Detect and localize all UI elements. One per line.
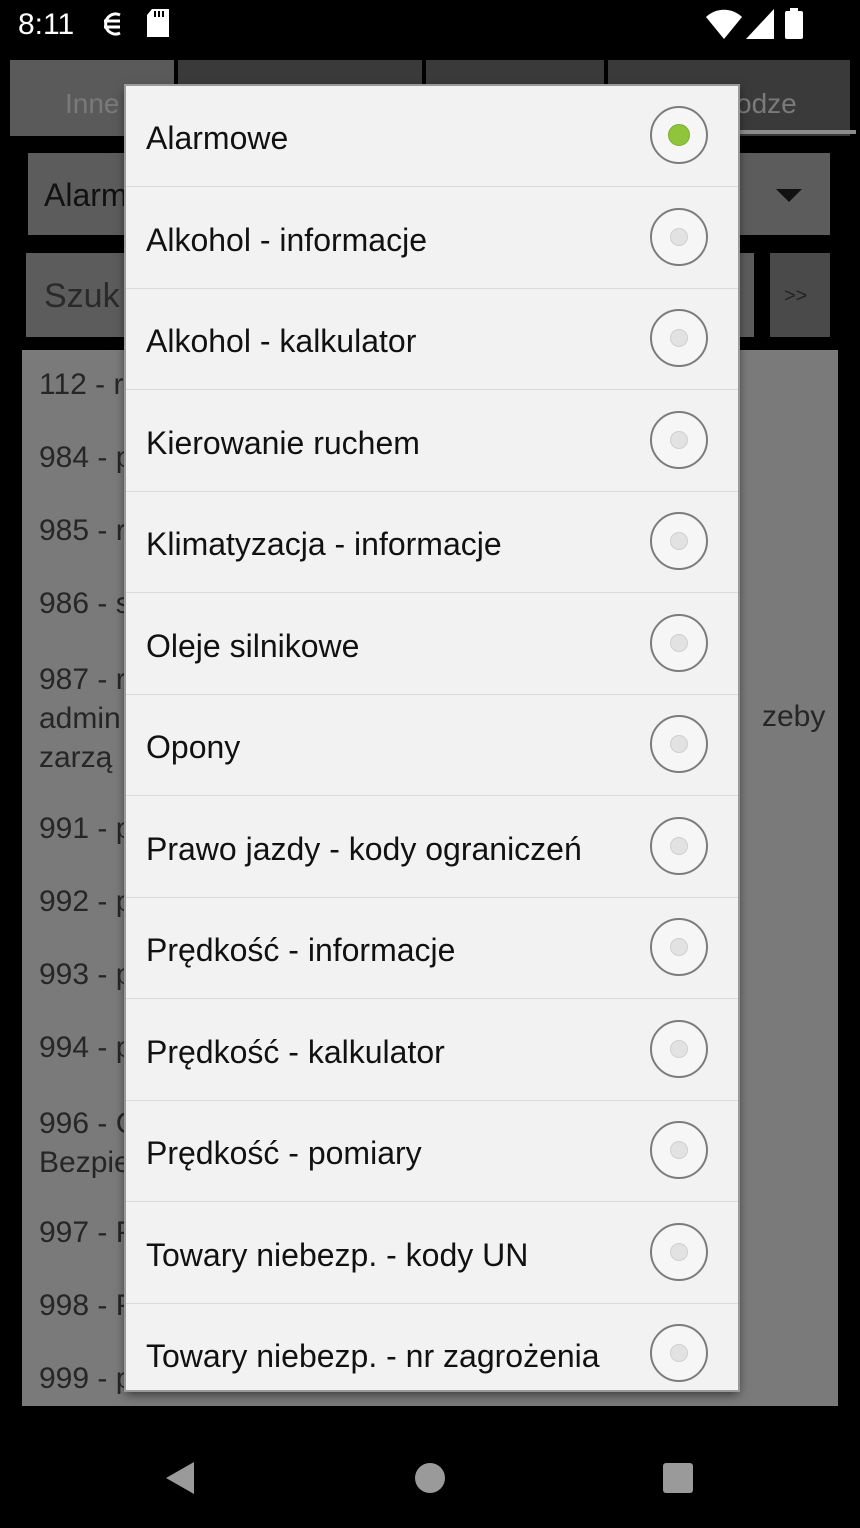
radio-dot bbox=[670, 1039, 688, 1058]
radio-dot bbox=[670, 938, 688, 956]
dialog-option[interactable]: Prędkość - informacje bbox=[126, 898, 738, 999]
dialog-option[interactable]: Prędkość - kalkulator bbox=[126, 1000, 738, 1101]
radio-dot bbox=[668, 124, 690, 146]
list-item[interactable]: 997 - P bbox=[39, 1216, 136, 1250]
list-item[interactable]: 987 - r admin zarzą bbox=[39, 660, 126, 777]
radio-unchecked-icon[interactable] bbox=[650, 1324, 708, 1382]
radio-unchecked-icon[interactable] bbox=[650, 918, 708, 976]
dialog-option-label: Towary niebezp. - nr zagrożenia bbox=[146, 1338, 600, 1374]
status-bar: 8:11 bbox=[0, 0, 860, 50]
list-item[interactable]: 994 - p bbox=[39, 1031, 132, 1065]
dialog-option-label: Alkohol - kalkulator bbox=[146, 323, 417, 359]
recents-icon[interactable] bbox=[662, 1462, 694, 1499]
category-spinner-value: Alarm bbox=[44, 177, 128, 213]
radio-dot bbox=[670, 329, 688, 347]
list-item[interactable]: 112 - r bbox=[39, 368, 123, 402]
dialog-option[interactable]: Towary niebezp. - nr zagrożenia bbox=[126, 1304, 738, 1390]
category-choice-dialog: Alarmowe Alkohol - informacje Alkohol - ka… bbox=[126, 86, 738, 1390]
dialog-option[interactable]: Towary niebezp. - kody UN bbox=[126, 1203, 738, 1304]
status-time: 8:11 bbox=[18, 8, 75, 41]
radio-dot bbox=[670, 1141, 688, 1159]
dialog-option-label: Towary niebezp. - kody UN bbox=[146, 1236, 529, 1273]
list-item[interactable]: 985 - r bbox=[39, 514, 126, 548]
list-item[interactable]: 992 - p bbox=[39, 885, 132, 919]
dialog-option[interactable]: Alarmowe bbox=[126, 86, 738, 187]
dialog-option-label: Prędkość - kalkulator bbox=[146, 1033, 445, 1070]
radio-dot bbox=[670, 735, 688, 753]
signal-icon bbox=[746, 8, 774, 45]
sd-card-icon bbox=[146, 8, 170, 43]
radio-checked-icon[interactable] bbox=[650, 106, 708, 164]
radio-unchecked-icon[interactable] bbox=[650, 715, 708, 773]
battery-icon bbox=[784, 8, 804, 45]
dialog-option-label: Alkohol - informacje bbox=[146, 221, 427, 258]
search-placeholder: Szuk bbox=[44, 277, 120, 315]
list-item[interactable]: 999 - p bbox=[39, 1362, 132, 1396]
radio-unchecked-icon[interactable] bbox=[650, 309, 708, 367]
list-item[interactable]: 986 - s bbox=[39, 587, 131, 621]
radio-unchecked-icon[interactable] bbox=[650, 1121, 708, 1179]
radio-unchecked-icon[interactable] bbox=[650, 207, 708, 266]
dialog-option[interactable]: Klimatyzacja - informacje bbox=[126, 492, 738, 593]
dropdown-arrow-icon bbox=[776, 189, 802, 202]
list-item[interactable]: 984 - p bbox=[39, 441, 132, 475]
radio-unchecked-icon[interactable] bbox=[650, 512, 708, 570]
dialog-option-label: Prędkość - informacje bbox=[146, 932, 456, 968]
dialog-option-label: Klimatyzacja - informacje bbox=[146, 526, 502, 562]
radio-unchecked-icon[interactable] bbox=[650, 1222, 708, 1281]
dialog-option-label: Kierowanie ruchem bbox=[146, 424, 420, 461]
dialog-option-label: Alarmowe bbox=[146, 120, 289, 156]
radio-dot bbox=[670, 633, 688, 652]
dialog-option[interactable]: Alkohol - informacje bbox=[126, 188, 738, 289]
search-button[interactable]: >> bbox=[770, 253, 830, 337]
dialog-option-label: Oleje silnikowe bbox=[146, 627, 360, 664]
radio-dot bbox=[670, 227, 688, 246]
radio-dot bbox=[670, 836, 688, 855]
list-item[interactable]: 998 - P bbox=[39, 1289, 136, 1323]
wifi-icon bbox=[706, 8, 742, 45]
home-icon[interactable] bbox=[414, 1462, 446, 1499]
radio-dot bbox=[670, 532, 688, 550]
tab-label: Inne bbox=[65, 88, 120, 119]
radio-unchecked-icon[interactable] bbox=[650, 613, 708, 672]
list-item-overflow-text: zeby bbox=[762, 700, 826, 733]
dialog-option[interactable]: Prędkość - pomiary bbox=[126, 1101, 738, 1202]
radio-dot bbox=[670, 430, 688, 449]
dialog-option-label: Prawo jazdy - kody ograniczeń bbox=[146, 830, 582, 867]
s-sync-icon bbox=[98, 8, 126, 45]
radio-dot bbox=[670, 1242, 688, 1261]
dialog-option-label: Opony bbox=[146, 729, 241, 765]
list-item[interactable]: 991 - p bbox=[39, 812, 132, 846]
dialog-option[interactable]: Opony bbox=[126, 695, 738, 796]
list-item[interactable]: 993 - p bbox=[39, 958, 132, 992]
dialog-option-label: Prędkość - pomiary bbox=[146, 1135, 422, 1171]
search-button-label: >> bbox=[784, 285, 808, 307]
dialog-option[interactable]: Kierowanie ruchem bbox=[126, 391, 738, 492]
navigation-bar bbox=[0, 1430, 860, 1528]
dialog-option[interactable]: Oleje silnikowe bbox=[126, 594, 738, 695]
radio-unchecked-icon[interactable] bbox=[650, 1019, 708, 1078]
radio-dot bbox=[670, 1344, 688, 1362]
radio-unchecked-icon[interactable] bbox=[650, 410, 708, 469]
radio-unchecked-icon[interactable] bbox=[650, 816, 708, 875]
dialog-option[interactable]: Prawo jazdy - kody ograniczeń bbox=[126, 797, 738, 898]
back-icon[interactable] bbox=[164, 1460, 196, 1501]
dialog-option[interactable]: Alkohol - kalkulator bbox=[126, 289, 738, 390]
tab-label: odze bbox=[736, 88, 797, 119]
list-item[interactable]: 996 - C Bezpie bbox=[39, 1104, 137, 1182]
